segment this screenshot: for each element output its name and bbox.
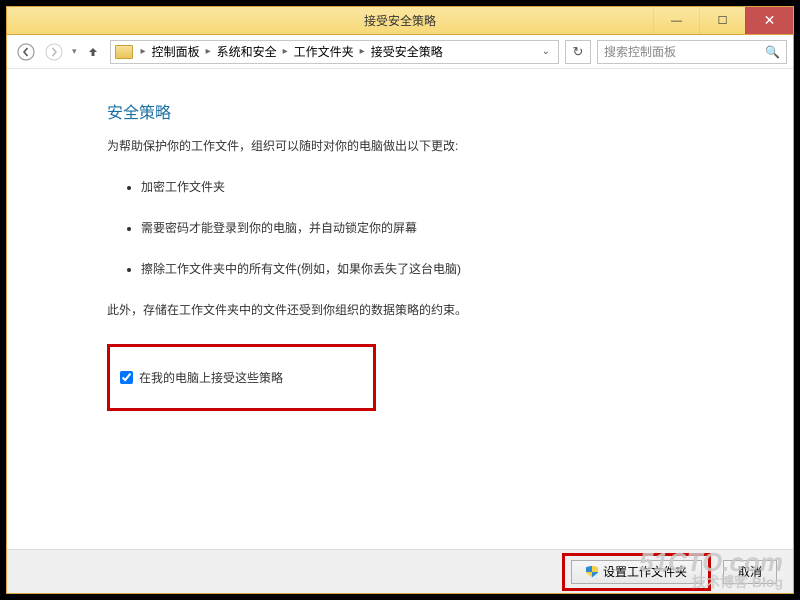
window-controls: — ☐ ✕: [653, 7, 793, 34]
breadcrumb-item[interactable]: 系统和安全: [215, 43, 279, 60]
maximize-button[interactable]: ☐: [699, 7, 745, 34]
chevron-right-icon[interactable]: ▸: [358, 46, 367, 57]
chevron-right-icon[interactable]: ▸: [281, 46, 290, 57]
breadcrumb-item[interactable]: 工作文件夹: [292, 43, 356, 60]
primary-highlight-box: 设置工作文件夹: [562, 553, 711, 591]
accept-highlight-box: 在我的电脑上接受这些策略: [107, 344, 376, 411]
search-icon: 🔍: [765, 45, 780, 59]
accept-checkbox[interactable]: [120, 371, 133, 384]
address-bar[interactable]: ▸ 控制面板 ▸ 系统和安全 ▸ 工作文件夹 ▸ 接受安全策略 ⌄: [110, 40, 559, 64]
footer: 设置工作文件夹 取消: [7, 549, 793, 593]
note-text: 此外，存储在工作文件夹中的文件还受到你组织的数据策略的约束。: [107, 301, 763, 318]
back-button[interactable]: [13, 39, 39, 65]
cancel-button-label: 取消: [738, 563, 762, 580]
cancel-button[interactable]: 取消: [723, 560, 777, 584]
forward-button[interactable]: [41, 39, 67, 65]
list-item: 擦除工作文件夹中的所有文件(例如，如果你丢失了这台电脑): [141, 260, 763, 277]
breadcrumb-item[interactable]: 接受安全策略: [369, 43, 445, 60]
intro-text: 为帮助保护你的工作文件，组织可以随时对你的电脑做出以下更改:: [107, 137, 763, 154]
address-dropdown-icon[interactable]: ⌄: [538, 46, 554, 57]
list-item: 加密工作文件夹: [141, 178, 763, 195]
accept-checkbox-label[interactable]: 在我的电脑上接受这些策略: [120, 369, 283, 386]
search-input[interactable]: 搜索控制面板 🔍: [597, 40, 787, 64]
primary-button-label: 设置工作文件夹: [603, 563, 687, 580]
breadcrumb-item[interactable]: 控制面板: [150, 43, 202, 60]
titlebar: 接受安全策略 — ☐ ✕: [7, 7, 793, 35]
chevron-right-icon[interactable]: ▸: [204, 46, 213, 57]
list-item: 需要密码才能登录到你的电脑，并自动锁定你的屏幕: [141, 219, 763, 236]
setup-workfolders-button[interactable]: 设置工作文件夹: [571, 560, 702, 584]
policy-list: 加密工作文件夹 需要密码才能登录到你的电脑，并自动锁定你的屏幕 擦除工作文件夹中…: [107, 178, 763, 277]
window-title: 接受安全策略: [364, 12, 436, 29]
content-area: 安全策略 为帮助保护你的工作文件，组织可以随时对你的电脑做出以下更改: 加密工作…: [7, 69, 793, 549]
recent-dropdown-icon[interactable]: ▾: [69, 46, 80, 57]
chevron-right-icon[interactable]: ▸: [139, 46, 148, 57]
up-button[interactable]: [82, 41, 104, 63]
close-button[interactable]: ✕: [745, 7, 793, 34]
minimize-button[interactable]: —: [653, 7, 699, 34]
window: 接受安全策略 — ☐ ✕ ▾ ▸ 控制面板 ▸ 系统和安: [6, 6, 794, 594]
accept-label-text: 在我的电脑上接受这些策略: [139, 369, 283, 386]
search-placeholder: 搜索控制面板: [604, 43, 676, 60]
page-heading: 安全策略: [107, 99, 763, 123]
navbar: ▾ ▸ 控制面板 ▸ 系统和安全 ▸ 工作文件夹 ▸ 接受安全策略 ⌄ ↻ 搜索…: [7, 35, 793, 69]
shield-icon: [586, 566, 598, 578]
refresh-button[interactable]: ↻: [565, 40, 591, 64]
folder-icon: [115, 45, 133, 59]
